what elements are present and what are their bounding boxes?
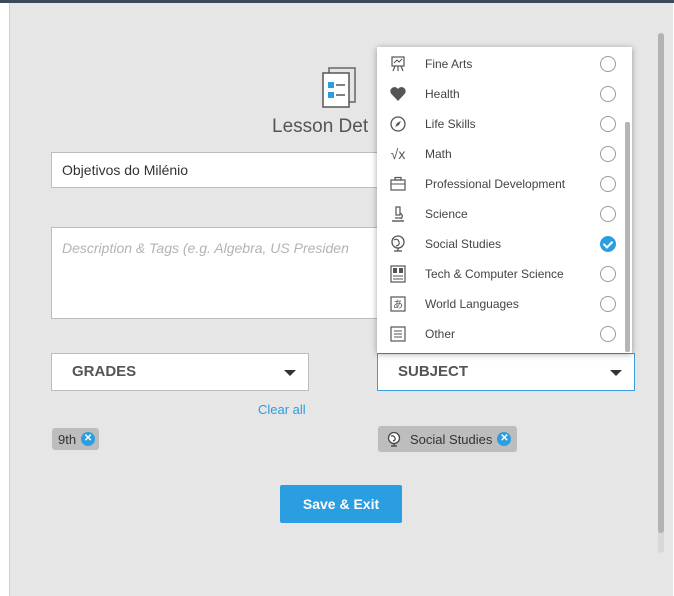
remove-subject-icon[interactable]: ✕: [497, 432, 512, 446]
subject-option-health[interactable]: Health: [377, 79, 632, 109]
panel-scrollbar-thumb[interactable]: [658, 33, 664, 533]
subject-options-menu: Fine Arts Health Life Skills √x Math Pro…: [377, 47, 632, 353]
subject-option-label: Social Studies: [425, 237, 502, 251]
briefcase-icon: [390, 176, 406, 191]
subject-option-label: Health: [425, 87, 460, 101]
save-exit-button[interactable]: Save & Exit: [280, 485, 402, 523]
subject-option-tech-computer-science[interactable]: Tech & Computer Science: [377, 259, 632, 289]
radio-unchecked[interactable]: [600, 56, 616, 72]
subject-option-fine-arts[interactable]: Fine Arts: [377, 49, 632, 79]
grades-dropdown-label: GRADES: [72, 363, 137, 380]
subject-option-label: Professional Development: [425, 177, 566, 191]
microscope-icon: [392, 206, 404, 222]
svg-text:あ: あ: [393, 299, 403, 311]
radio-checked[interactable]: [600, 236, 616, 252]
radio-unchecked[interactable]: [600, 296, 616, 312]
menu-scrollbar[interactable]: [625, 122, 630, 352]
subject-option-life-skills[interactable]: Life Skills: [377, 109, 632, 139]
subject-option-label: Tech & Computer Science: [425, 267, 564, 281]
clear-all-link[interactable]: Clear all: [258, 402, 306, 417]
subject-option-label: Science: [425, 207, 468, 221]
subject-option-label: Fine Arts: [425, 57, 473, 71]
subject-chip-label: Social Studies: [410, 431, 493, 447]
subject-option-world-languages[interactable]: あ World Languages: [377, 289, 632, 319]
radio-unchecked[interactable]: [600, 206, 616, 222]
radio-unchecked[interactable]: [600, 326, 616, 342]
radio-unchecked[interactable]: [600, 266, 616, 282]
globe-icon: [387, 431, 401, 447]
document-icon: [390, 326, 406, 342]
subject-chip: Social Studies ✕: [378, 426, 518, 452]
subject-option-label: Life Skills: [425, 117, 476, 131]
subject-option-other[interactable]: Other: [377, 319, 632, 349]
lesson-document-icon: [322, 67, 356, 108]
easel-icon: [391, 56, 405, 72]
radio-unchecked[interactable]: [600, 146, 616, 162]
globe-icon: [391, 235, 405, 252]
subject-option-label: Math: [425, 147, 452, 161]
heart-icon: [390, 87, 406, 101]
remove-grade-icon[interactable]: ✕: [81, 432, 96, 446]
grade-chip: 9th ✕: [52, 428, 100, 450]
chevron-down-icon: [610, 370, 622, 376]
radio-unchecked[interactable]: [600, 86, 616, 102]
subject-option-professional-development[interactable]: Professional Development: [377, 169, 632, 199]
subject-dropdown[interactable]: SUBJECT: [377, 353, 635, 391]
subject-option-social-studies[interactable]: Social Studies: [377, 229, 632, 259]
description-tags-field[interactable]: [51, 227, 381, 319]
radio-unchecked[interactable]: [600, 116, 616, 132]
grades-dropdown[interactable]: GRADES: [51, 353, 309, 391]
radio-unchecked[interactable]: [600, 176, 616, 192]
square-root-icon: √x: [390, 146, 406, 162]
subject-dropdown-label: SUBJECT: [398, 363, 469, 380]
computer-icon: [390, 265, 406, 283]
language-icon: あ: [390, 296, 406, 312]
grade-chip-label: 9th: [58, 431, 77, 447]
page-title: Lesson Det: [272, 116, 369, 137]
compass-icon: [390, 116, 406, 132]
lesson-title-field[interactable]: [51, 152, 381, 188]
subject-option-science[interactable]: Science: [377, 199, 632, 229]
chevron-down-icon: [284, 370, 296, 376]
subject-option-math[interactable]: √x Math: [377, 139, 632, 169]
subject-option-label: World Languages: [425, 297, 519, 311]
subject-option-label: Other: [425, 327, 456, 341]
